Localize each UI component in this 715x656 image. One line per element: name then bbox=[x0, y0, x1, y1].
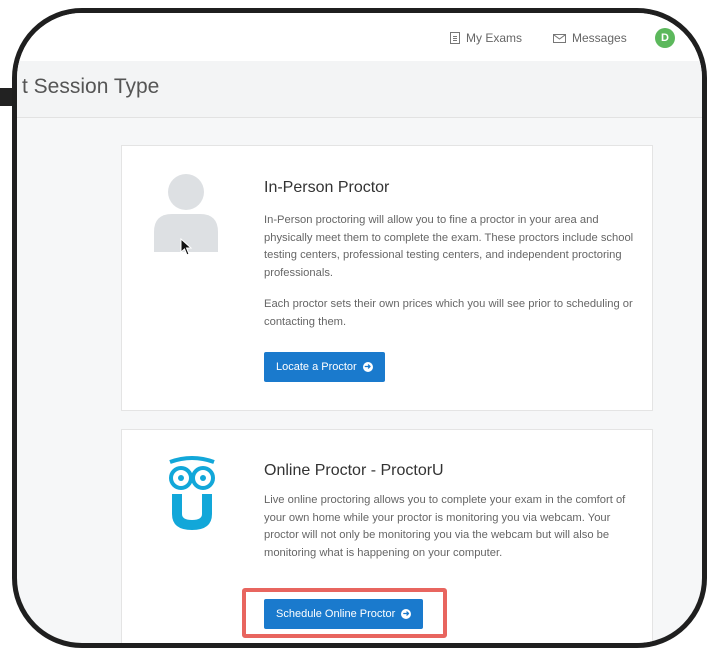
schedule-online-proctor-label: Schedule Online Proctor bbox=[276, 608, 396, 620]
arrow-circle-right-icon: ➜ bbox=[362, 362, 373, 372]
card-title: In-Person Proctor bbox=[264, 179, 390, 196]
locate-proctor-button[interactable]: Locate a Proctor ➜ bbox=[264, 352, 385, 382]
user-avatar[interactable]: D bbox=[655, 28, 675, 48]
card-title: Online Proctor - ProctorU bbox=[264, 462, 444, 479]
nav-messages-label: Messages bbox=[572, 31, 627, 45]
page-title: t Session Type bbox=[22, 75, 160, 98]
avatar-initial: D bbox=[661, 32, 669, 44]
card-description: Live online proctoring allows you to com… bbox=[264, 494, 626, 559]
card-description: In-Person proctoring will allow you to f… bbox=[264, 214, 634, 279]
browser-frame: My Exams Messages D t Session Type In-Pe… bbox=[12, 8, 707, 648]
page-header: t Session Type bbox=[17, 61, 702, 118]
locate-proctor-label: Locate a Proctor bbox=[276, 361, 357, 373]
schedule-online-proctor-button[interactable]: Schedule Online Proctor ➜ bbox=[264, 599, 424, 629]
top-navbar: My Exams Messages D bbox=[17, 13, 702, 61]
arrow-circle-right-icon: ➜ bbox=[401, 609, 412, 619]
proctoru-owl-logo bbox=[169, 456, 215, 530]
online-proctor-card: Online Proctor - ProctorU Live online pr… bbox=[121, 429, 653, 643]
card-pricing-note: Each proctor sets their own prices which… bbox=[264, 298, 633, 328]
nav-my-exams[interactable]: My Exams bbox=[450, 31, 522, 45]
document-icon bbox=[450, 32, 460, 44]
nav-my-exams-label: My Exams bbox=[466, 31, 523, 45]
in-person-proctor-card: In-Person Proctor In-Person proctoring w… bbox=[121, 145, 653, 411]
envelope-icon bbox=[553, 33, 566, 43]
nav-messages[interactable]: Messages bbox=[553, 31, 627, 45]
mouse-cursor-icon bbox=[180, 238, 193, 256]
